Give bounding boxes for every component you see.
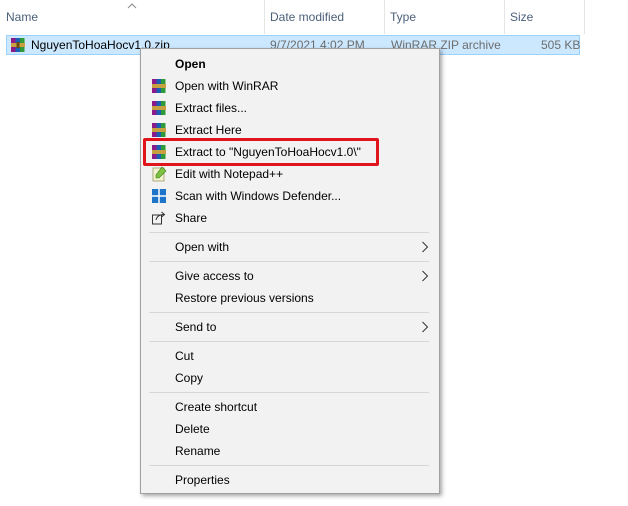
- menu-item-label: Send to: [175, 320, 217, 334]
- menu-separator: [149, 341, 429, 342]
- menu-item-delete[interactable]: Delete: [143, 418, 437, 440]
- menu-item-label: Open: [175, 57, 206, 71]
- column-divider[interactable]: [584, 0, 585, 34]
- file-explorer: Name Date modified Type Size NguyenToHoa…: [0, 0, 628, 506]
- chevron-right-icon: [422, 270, 429, 282]
- menu-separator: [149, 261, 429, 262]
- menu-separator: [149, 232, 429, 233]
- winrar-archive-icon: [11, 38, 25, 52]
- menu-item-cut[interactable]: Cut: [143, 345, 437, 367]
- menu-separator: [149, 312, 429, 313]
- menu-item-label: Cut: [175, 349, 194, 363]
- column-date-modified[interactable]: Date modified: [264, 0, 384, 34]
- column-size[interactable]: Size: [504, 0, 584, 34]
- share-icon: [152, 211, 166, 225]
- menu-item-restore-versions[interactable]: Restore previous versions: [143, 287, 437, 309]
- menu-item-extract-files[interactable]: Extract files...: [143, 97, 437, 119]
- menu-item-label: Restore previous versions: [175, 291, 314, 305]
- column-type[interactable]: Type: [384, 0, 504, 34]
- menu-item-label: Open with: [175, 240, 230, 254]
- menu-item-label: Copy: [175, 371, 204, 385]
- menu-item-send-to[interactable]: Send to: [143, 316, 437, 338]
- menu-item-label: Give access to: [175, 269, 254, 283]
- menu-separator: [149, 465, 429, 466]
- menu-item-label: Delete: [175, 422, 210, 436]
- menu-item-open[interactable]: Open: [143, 53, 437, 75]
- menu-item-share[interactable]: Share: [143, 207, 437, 229]
- menu-item-rename[interactable]: Rename: [143, 440, 437, 462]
- highlight-annotation-box: [143, 138, 379, 166]
- windows-defender-icon: [152, 189, 166, 203]
- winrar-icon: [152, 123, 166, 137]
- chevron-right-icon: [422, 241, 429, 253]
- menu-item-label: Extract files...: [175, 101, 248, 115]
- menu-item-label: Edit with Notepad++: [175, 167, 284, 181]
- menu-item-give-access[interactable]: Give access to: [143, 265, 437, 287]
- menu-item-label: Scan with Windows Defender...: [175, 189, 342, 203]
- chevron-right-icon: [422, 321, 429, 333]
- menu-item-label: Open with WinRAR: [175, 79, 279, 93]
- column-header: Name Date modified Type Size: [0, 0, 585, 34]
- menu-item-open-with-winrar[interactable]: Open with WinRAR: [143, 75, 437, 97]
- winrar-icon: [152, 79, 166, 93]
- menu-item-label: Rename: [175, 444, 221, 458]
- menu-item-create-shortcut[interactable]: Create shortcut: [143, 396, 437, 418]
- menu-item-scan-defender[interactable]: Scan with Windows Defender...: [143, 185, 437, 207]
- menu-item-open-with[interactable]: Open with: [143, 236, 437, 258]
- menu-item-label: Properties: [175, 473, 230, 487]
- menu-item-label: Share: [175, 211, 208, 225]
- column-name[interactable]: Name: [0, 0, 264, 34]
- menu-item-properties[interactable]: Properties: [143, 469, 437, 491]
- context-menu: Open Open with WinRAR Extract files... E…: [140, 48, 440, 494]
- menu-separator: [149, 392, 429, 393]
- menu-item-label: Create shortcut: [175, 400, 258, 414]
- menu-item-copy[interactable]: Copy: [143, 367, 437, 389]
- notepad-plus-plus-icon: [152, 166, 167, 182]
- menu-item-edit-notepad[interactable]: Edit with Notepad++: [143, 163, 437, 185]
- file-size: 505 KB: [541, 38, 581, 52]
- winrar-icon: [152, 101, 166, 115]
